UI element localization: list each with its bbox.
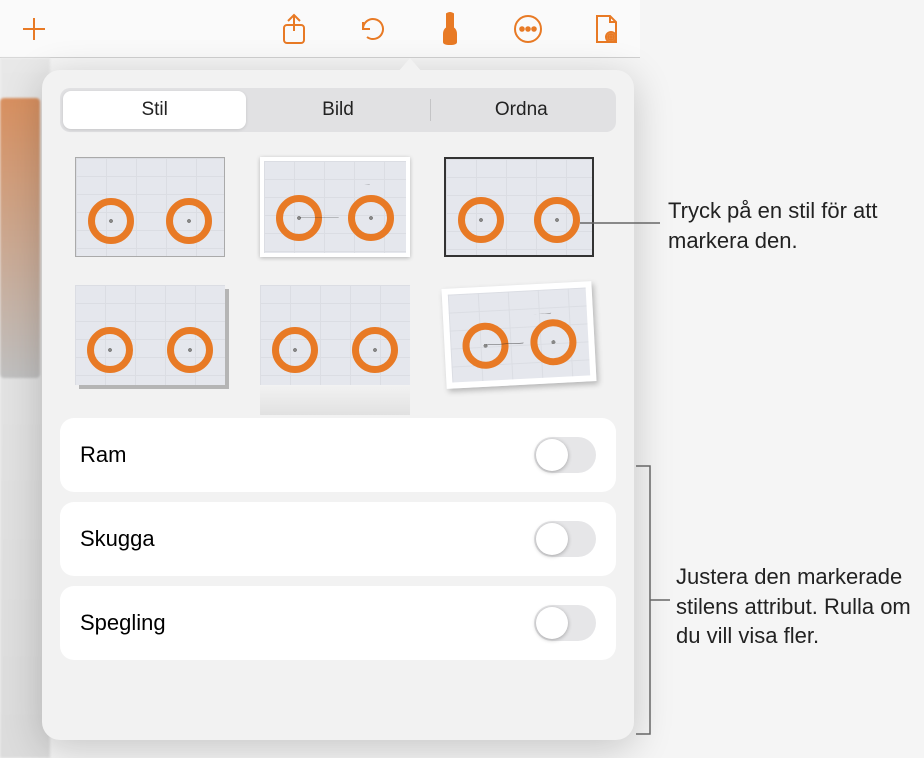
tab-label: Stil [141,99,167,121]
undo-icon [357,15,387,43]
popover-arrow [398,58,422,72]
more-icon [513,14,543,44]
toggle-ram[interactable] [534,437,596,473]
add-button[interactable] [10,5,58,53]
style-option-6[interactable] [439,280,599,390]
style-option-5[interactable] [255,280,415,390]
plus-icon [19,14,49,44]
callout-bracket [636,460,676,740]
tab-label: Ordna [495,99,548,121]
tab-stil[interactable]: Stil [63,91,246,129]
setting-label: Skugga [80,526,155,552]
document-icon [592,13,620,45]
style-option-1[interactable] [70,152,230,262]
tab-bild[interactable]: Bild [246,91,429,129]
setting-label: Spegling [80,610,166,636]
undo-button[interactable] [348,5,396,53]
style-option-3[interactable] [439,152,599,262]
toolbar [0,0,640,58]
setting-spegling[interactable]: Spegling [60,586,616,660]
format-popover: Stil Bild Ordna Ram [42,70,634,740]
document-view-button[interactable] [582,5,630,53]
tab-ordna[interactable]: Ordna [430,91,613,129]
settings-list: Ram Skugga Spegling [42,418,634,660]
toolbar-left [10,5,58,53]
share-button[interactable] [270,5,318,53]
style-option-4[interactable] [70,280,230,390]
style-option-2[interactable] [255,152,415,262]
setting-ram[interactable]: Ram [60,418,616,492]
toggle-spegling[interactable] [534,605,596,641]
setting-skugga[interactable]: Skugga [60,502,616,576]
format-button[interactable] [426,5,474,53]
toolbar-right [270,5,630,53]
tab-label: Bild [322,99,354,121]
share-icon [280,13,308,45]
toggle-skugga[interactable] [534,521,596,557]
more-button[interactable] [504,5,552,53]
style-grid [42,152,634,418]
callout-top: Tryck på en stil för att markera den. [668,196,918,255]
segmented-control: Stil Bild Ordna [60,88,616,132]
setting-label: Ram [80,442,126,468]
brush-icon [435,12,465,46]
callout-bottom: Justera den markerade stilens attribut. … [676,562,916,651]
